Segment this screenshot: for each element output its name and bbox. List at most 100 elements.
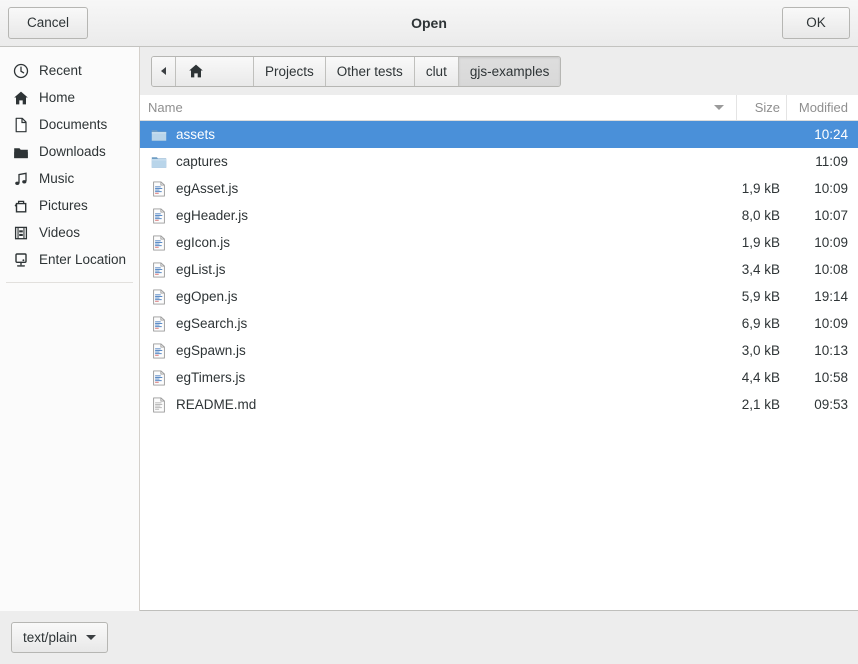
breadcrumb-label: Other tests — [336, 63, 403, 79]
table-row[interactable]: egOpen.js 5,9 kB 19:14 — [140, 283, 858, 310]
dialog-body: Recent Home Documents Downloads Music Picture… — [0, 47, 858, 611]
folder-icon — [151, 127, 167, 143]
file-name-cell: egSearch.js — [140, 315, 736, 332]
file-size-cell: 4,4 kB — [741, 370, 780, 385]
file-modified-cell: 10:09 — [814, 235, 848, 250]
sidebar-item-enter-location[interactable]: Enter Location — [0, 246, 139, 273]
table-row[interactable]: captures 11:09 — [140, 148, 858, 175]
file-name-cell: egOpen.js — [140, 288, 736, 305]
table-row[interactable]: egTimers.js 4,4 kB 10:58 — [140, 364, 858, 391]
file-modified-cell: 10:09 — [814, 181, 848, 196]
file-name-label: assets — [176, 127, 216, 142]
breadcrumb-button-gjs-examples[interactable]: gjs-examples — [458, 56, 561, 86]
file-name-cell: egAsset.js — [140, 180, 736, 197]
file-modified-cell: 10:09 — [814, 316, 848, 331]
file-list[interactable]: assets 10:24 captures 11:09 egAsset.js 1,9 kB… — [140, 121, 858, 611]
page-title: Open — [411, 15, 447, 31]
file-name-cell: egSpawn.js — [140, 342, 736, 359]
file-modified-cell: 11:09 — [815, 154, 848, 169]
sort-descending-icon — [714, 105, 724, 110]
table-row[interactable]: egSpawn.js 3,0 kB 10:13 — [140, 337, 858, 364]
header-bar: Cancel Open OK — [0, 0, 858, 47]
film-icon — [13, 225, 29, 241]
breadcrumb-button-other-tests[interactable]: Other tests — [325, 56, 415, 86]
sidebar-item-home[interactable]: Home — [0, 84, 139, 111]
camera-icon — [13, 198, 29, 214]
file-type-filter-combo[interactable]: text/plain — [11, 622, 109, 653]
places-sidebar: Recent Home Documents Downloads Music Picture… — [0, 47, 140, 611]
file-modified-cell: 10:58 — [814, 370, 848, 385]
file-modified-cell: 10:08 — [814, 262, 848, 277]
table-row[interactable]: egList.js 3,4 kB 10:08 — [140, 256, 858, 283]
file-type-filter-label: text/plain — [23, 630, 78, 645]
javascript-file-icon — [151, 288, 167, 305]
pathbar-area: Projects Other tests clut gjs-examples — [140, 47, 858, 95]
downloads-folder-icon — [13, 144, 29, 160]
text-file-icon — [151, 396, 167, 413]
file-size-cell: 1,9 kB — [741, 235, 780, 250]
cancel-button[interactable]: Cancel — [8, 7, 88, 39]
javascript-file-icon — [151, 369, 167, 386]
breadcrumb-button-clut[interactable]: clut — [414, 56, 459, 86]
javascript-file-icon — [151, 315, 167, 332]
sidebar-item-recent[interactable]: Recent — [0, 57, 139, 84]
back-button[interactable] — [152, 56, 176, 86]
file-name-label: egSpawn.js — [176, 343, 246, 358]
column-header-modified-label: Modified — [798, 100, 848, 115]
column-headers: Name Size Modified — [140, 95, 858, 121]
file-size-cell: 2,1 kB — [741, 397, 780, 412]
file-modified-cell: 10:07 — [814, 208, 848, 223]
sidebar-item-label: Videos — [39, 225, 81, 240]
file-name-cell: egHeader.js — [140, 207, 736, 224]
sidebar-divider — [6, 282, 133, 283]
home-breadcrumb-button[interactable] — [176, 56, 254, 86]
file-name-cell: egTimers.js — [140, 369, 736, 386]
sidebar-item-videos[interactable]: Videos — [0, 219, 139, 246]
music-note-icon — [13, 171, 29, 187]
sidebar-item-music[interactable]: Music — [0, 165, 139, 192]
breadcrumb-label: Projects — [265, 63, 314, 79]
table-row[interactable]: assets 10:24 — [140, 121, 858, 148]
sidebar-item-label: Enter Location — [39, 252, 127, 267]
file-browser-pane: Projects Other tests clut gjs-examples Name… — [140, 47, 858, 611]
file-size-cell: 6,9 kB — [741, 316, 780, 331]
file-modified-cell: 09:53 — [814, 397, 848, 412]
column-header-size[interactable]: Size — [736, 95, 786, 120]
file-name-label: captures — [176, 154, 228, 169]
document-icon — [13, 117, 29, 133]
file-name-cell: assets — [140, 127, 736, 143]
sidebar-item-documents[interactable]: Documents — [0, 111, 139, 138]
file-name-label: egHeader.js — [176, 208, 249, 223]
sidebar-item-label: Music — [39, 171, 75, 186]
file-name-label: egOpen.js — [176, 289, 238, 304]
file-name-cell: README.md — [140, 396, 736, 413]
file-name-cell: egIcon.js — [140, 234, 736, 251]
table-row[interactable]: egIcon.js 1,9 kB 10:09 — [140, 229, 858, 256]
folder-icon — [151, 154, 167, 170]
javascript-file-icon — [151, 234, 167, 251]
file-size-cell: 3,0 kB — [741, 343, 780, 358]
sidebar-item-label: Home — [39, 90, 76, 105]
column-header-modified[interactable]: Modified — [786, 95, 858, 120]
file-modified-cell: 19:14 — [814, 289, 848, 304]
clock-icon — [13, 63, 29, 79]
table-row[interactable]: README.md 2,1 kB 09:53 — [140, 391, 858, 418]
file-size-cell: 8,0 kB — [741, 208, 780, 223]
sidebar-item-pictures[interactable]: Pictures — [0, 192, 139, 219]
ok-button[interactable]: OK — [782, 7, 850, 39]
file-size-cell: 1,9 kB — [741, 181, 780, 196]
sidebar-item-downloads[interactable]: Downloads — [0, 138, 139, 165]
file-name-label: egAsset.js — [176, 181, 239, 196]
file-name-cell: egList.js — [140, 261, 736, 278]
file-name-label: egTimers.js — [176, 370, 246, 385]
column-header-name[interactable]: Name — [140, 95, 736, 120]
chevron-down-icon — [86, 635, 97, 640]
table-row[interactable]: egSearch.js 6,9 kB 10:09 — [140, 310, 858, 337]
javascript-file-icon — [151, 261, 167, 278]
table-row[interactable]: egAsset.js 1,9 kB 10:09 — [140, 175, 858, 202]
file-chooser-dialog: Cancel Open OK Recent Home Documents Downlo… — [0, 0, 858, 664]
sidebar-item-label: Documents — [39, 117, 108, 132]
table-row[interactable]: egHeader.js 8,0 kB 10:07 — [140, 202, 858, 229]
breadcrumb-button-projects[interactable]: Projects — [254, 56, 326, 86]
column-header-name-label: Name — [148, 100, 183, 115]
